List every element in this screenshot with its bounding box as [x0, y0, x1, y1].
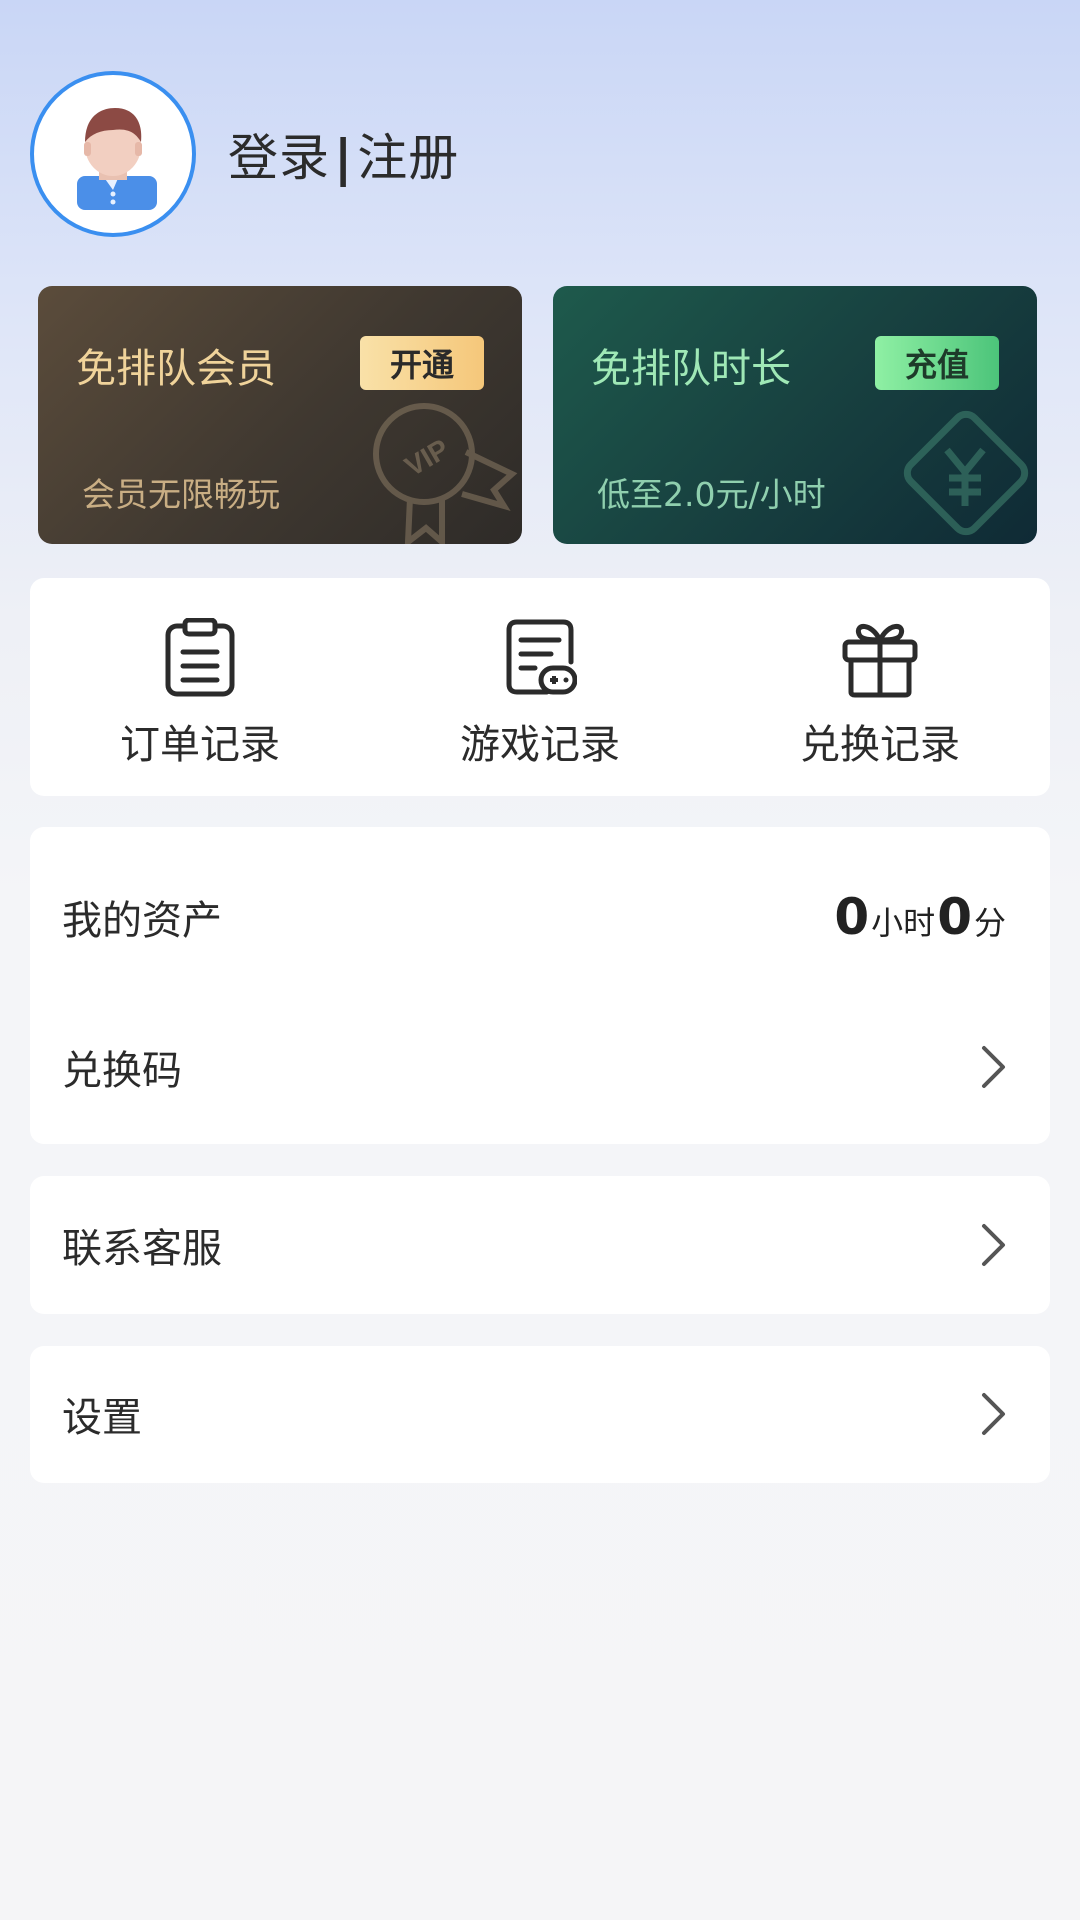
separator: |: [334, 129, 354, 187]
order-records-label: 订单记录: [120, 722, 280, 768]
vip-card-title: 免排队会员: [76, 346, 276, 392]
settings-row[interactable]: 设置: [30, 1354, 1050, 1474]
assets-panel: 我的资产 0 小时 0 分 兑换码: [30, 827, 1050, 1144]
time-card-subtitle: 低至2.0元/小时: [597, 475, 826, 514]
redeem-records-button[interactable]: 兑换记录: [710, 578, 1050, 796]
vip-membership-card[interactable]: VIP 免排队会员 开通 会员无限畅玩: [38, 286, 522, 544]
clipboard-icon: [165, 618, 235, 697]
assets-hours: 0: [834, 888, 870, 946]
recharge-button[interactable]: 充值: [875, 336, 999, 390]
chevron-right-icon: [982, 1224, 1005, 1266]
svg-text:VIP: VIP: [399, 433, 454, 482]
queue-time-card[interactable]: 免排队时长 充值 低至2.0元/小时: [553, 286, 1037, 544]
gift-icon: [842, 624, 918, 698]
chevron-right-icon: [982, 1046, 1005, 1088]
activate-button[interactable]: 开通: [360, 336, 484, 390]
customer-service-panel: 联系客服: [30, 1176, 1050, 1314]
vip-card-subtitle: 会员无限畅玩: [82, 475, 280, 514]
register-label[interactable]: 注册: [357, 129, 459, 187]
records-shortcuts: 订单记录 游戏记录 兑换记录: [30, 578, 1050, 796]
yen-ticket-icon: [903, 410, 1029, 536]
chevron-right-icon: [982, 1393, 1005, 1435]
redeem-code-label: 兑换码: [62, 1048, 182, 1094]
game-record-icon: [506, 619, 577, 695]
vip-badge-icon: VIP: [373, 403, 518, 544]
login-register-link[interactable]: 登录|注册: [228, 118, 459, 190]
settings-label: 设置: [62, 1395, 142, 1441]
order-records-button[interactable]: 订单记录: [30, 578, 370, 796]
my-assets-row: 我的资产 0 小时 0 分: [30, 857, 1050, 977]
profile-header: 登录|注册: [30, 68, 459, 240]
assets-hours-unit: 小时: [871, 904, 936, 942]
customer-service-label: 联系客服: [62, 1226, 222, 1272]
assets-minutes-unit: 分: [973, 904, 1006, 942]
redeem-code-row[interactable]: 兑换码: [30, 1007, 1050, 1127]
assets-minutes: 0: [937, 888, 972, 946]
game-records-button[interactable]: 游戏记录: [370, 578, 710, 796]
game-records-label: 游戏记录: [460, 722, 620, 768]
redeem-records-label: 兑换记录: [800, 722, 960, 768]
avatar[interactable]: [30, 71, 196, 237]
login-label[interactable]: 登录: [228, 129, 330, 187]
customer-service-row[interactable]: 联系客服: [30, 1185, 1050, 1305]
assets-value: 0 小时 0 分: [834, 888, 1008, 946]
time-card-title: 免排队时长: [591, 346, 791, 392]
my-assets-label: 我的资产: [62, 898, 222, 944]
settings-panel: 设置: [30, 1346, 1050, 1483]
user-avatar-icon: [77, 108, 157, 210]
